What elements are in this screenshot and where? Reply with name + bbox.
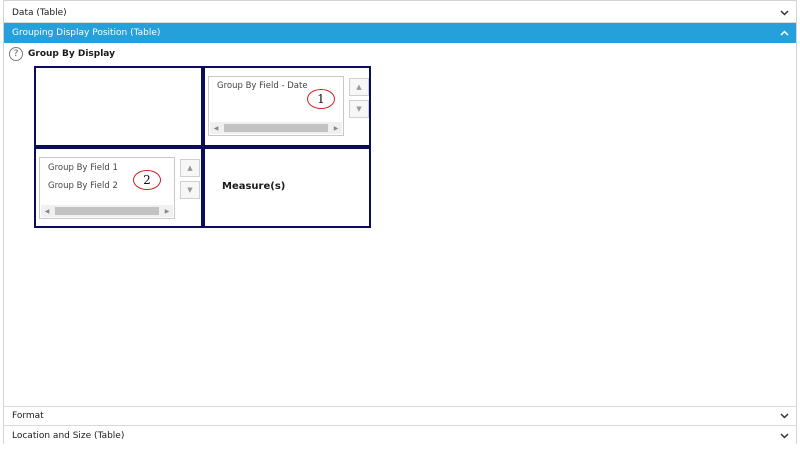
panel-header-data-table[interactable]: Data (Table) — [4, 3, 796, 23]
arrow-up-icon: ▲ — [187, 164, 193, 172]
list-item[interactable]: Group By Field - Date — [217, 81, 308, 91]
scroll-right-icon[interactable]: ▶ — [330, 122, 342, 134]
horizontal-scrollbar[interactable]: ◀ ▶ — [210, 122, 342, 134]
measures-label: Measure(s) — [222, 181, 286, 192]
annotation-marker-2: 2 — [133, 170, 161, 190]
scroll-left-icon[interactable]: ◀ — [41, 205, 53, 217]
panel-header-grouping-display-position[interactable]: Grouping Display Position (Table) — [4, 23, 796, 43]
move-up-button[interactable]: ▲ — [349, 78, 369, 96]
horizontal-scrollbar[interactable]: ◀ ▶ — [41, 205, 173, 217]
arrow-down-icon: ▼ — [356, 105, 362, 113]
panel-header-location-and-size[interactable]: Location and Size (Table) — [4, 426, 796, 446]
grid-cell-rows: Group By Field 1 Group By Field 2 ◀ ▶ ▲ … — [34, 147, 203, 228]
panel-header-label: Location and Size (Table) — [12, 431, 125, 441]
move-up-button[interactable]: ▲ — [180, 159, 200, 177]
scroll-right-icon[interactable]: ▶ — [161, 205, 173, 217]
list-item[interactable]: Group By Field 1 — [48, 163, 118, 173]
scrollbar-thumb[interactable] — [55, 207, 159, 215]
arrow-up-icon: ▲ — [356, 83, 362, 91]
chevron-down-icon[interactable] — [778, 410, 790, 422]
grid-cell-corner — [34, 66, 203, 147]
chevron-down-icon[interactable] — [778, 430, 790, 442]
section-label: Group By Display — [28, 49, 115, 59]
properties-panel: Data (Table) Grouping Display Position (… — [3, 0, 797, 446]
group-by-display-heading: ? Group By Display — [9, 47, 115, 61]
annotation-marker-1: 1 — [307, 89, 335, 109]
scroll-left-icon[interactable]: ◀ — [210, 122, 222, 134]
list-item[interactable]: Group By Field 2 — [48, 181, 118, 191]
move-down-button[interactable]: ▼ — [349, 100, 369, 118]
grid-cell-columns: Group By Field - Date ◀ ▶ ▲ ▼ 1 — [203, 66, 371, 147]
panel-header-label: Grouping Display Position (Table) — [12, 28, 161, 38]
panel-header-label: Data (Table) — [12, 7, 67, 18]
panel-header-format[interactable]: Format — [4, 406, 796, 426]
chevron-up-icon[interactable] — [778, 27, 790, 39]
arrow-down-icon: ▼ — [187, 186, 193, 194]
panel-header-label: Format — [12, 411, 44, 421]
move-down-button[interactable]: ▼ — [180, 181, 200, 199]
help-circle-icon[interactable]: ? — [9, 47, 23, 61]
scrollbar-thumb[interactable] — [224, 124, 328, 132]
chevron-down-icon[interactable] — [778, 7, 790, 19]
